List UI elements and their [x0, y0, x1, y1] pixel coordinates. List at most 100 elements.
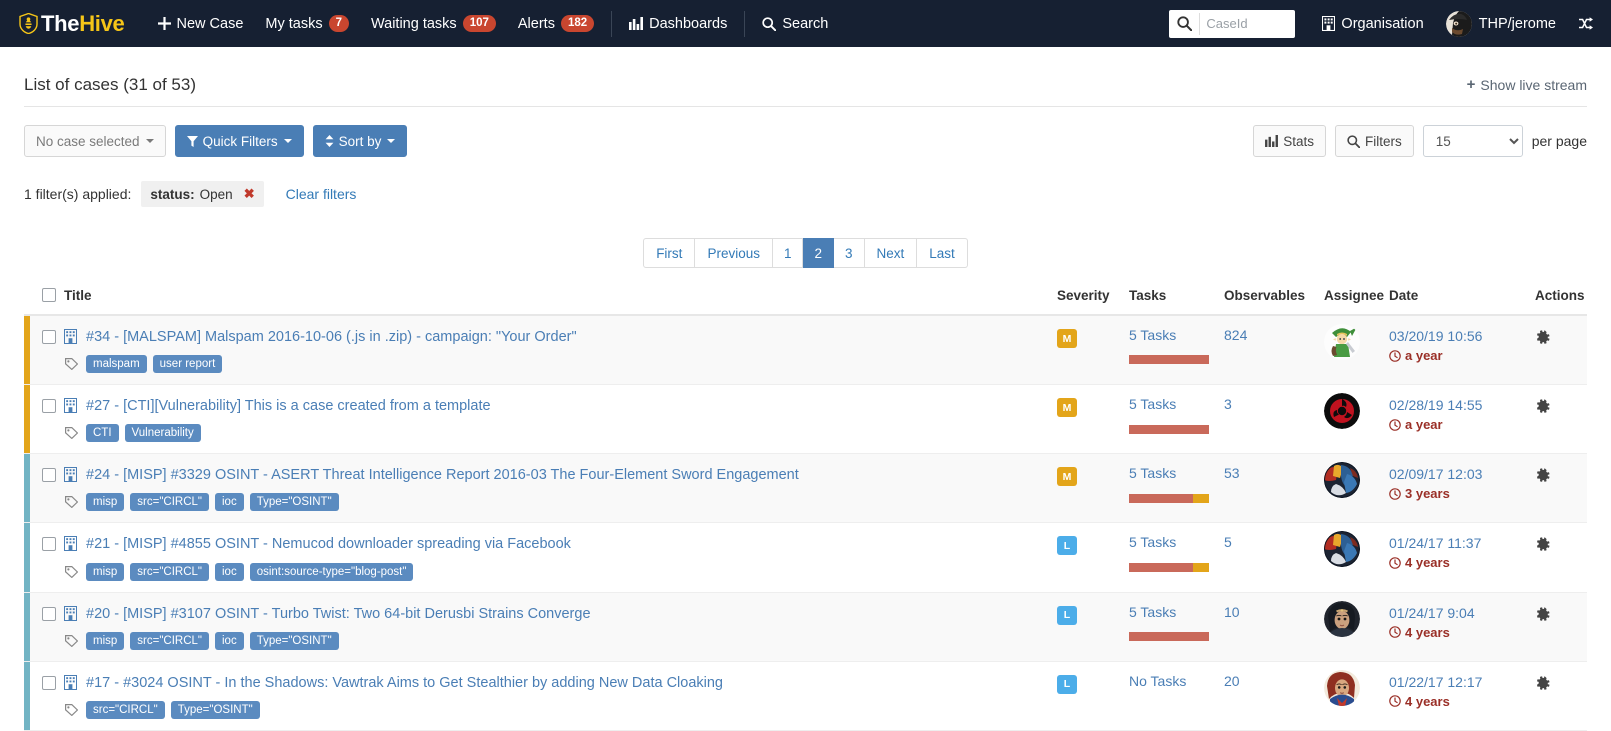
tasks-link[interactable]: 5 Tasks: [1129, 397, 1224, 412]
pagination-page-3[interactable]: 3: [834, 238, 865, 268]
gear-icon[interactable]: [1535, 607, 1550, 622]
header-assignee[interactable]: Assignee: [1324, 288, 1389, 303]
case-title-link[interactable]: #21 - [MISP] #4855 OSINT - Nemucod downl…: [86, 535, 571, 553]
header-tasks[interactable]: Tasks: [1129, 288, 1224, 303]
gear-icon[interactable]: [1535, 399, 1550, 414]
stats-button[interactable]: Stats: [1253, 125, 1326, 157]
nav-new-case[interactable]: New Case: [147, 0, 255, 47]
case-tag[interactable]: src="CIRCL": [130, 493, 209, 511]
row-actions-cell: [1517, 397, 1587, 414]
avatar: [1324, 393, 1360, 429]
observables-link[interactable]: 5: [1224, 535, 1324, 550]
case-tag[interactable]: misp: [86, 563, 124, 581]
row-checkbox[interactable]: [42, 537, 56, 551]
caseid-search-box[interactable]: [1169, 10, 1295, 38]
pagination-first[interactable]: First: [643, 238, 695, 268]
avatar: [1324, 601, 1360, 637]
gear-icon[interactable]: [1535, 468, 1550, 483]
tasks-link[interactable]: No Tasks: [1129, 674, 1224, 689]
case-tag[interactable]: misp: [86, 632, 124, 650]
show-live-stream-button[interactable]: + Show live stream: [1467, 76, 1587, 93]
case-tag[interactable]: Type="OSINT": [171, 701, 260, 719]
observables-link[interactable]: 10: [1224, 605, 1324, 620]
filters-button[interactable]: Filters: [1335, 125, 1414, 157]
nav-search[interactable]: Search: [751, 0, 839, 47]
caseid-search-input[interactable]: [1199, 13, 1295, 35]
observables-link[interactable]: 3: [1224, 397, 1324, 412]
table-row[interactable]: #34 - [MALSPAM] Malspam 2016-10-06 (.js …: [24, 316, 1587, 385]
nav-switch-organisation[interactable]: [1567, 0, 1597, 47]
tasks-link[interactable]: 5 Tasks: [1129, 328, 1224, 343]
case-tag[interactable]: src="CIRCL": [86, 701, 165, 719]
case-tag[interactable]: ioc: [215, 493, 244, 511]
gear-icon[interactable]: [1535, 330, 1550, 345]
tasks-link[interactable]: 5 Tasks: [1129, 466, 1224, 481]
row-title-cell: #20 - [MISP] #3107 OSINT - Turbo Twist: …: [64, 605, 1057, 650]
observables-link[interactable]: 53: [1224, 466, 1324, 481]
row-checkbox[interactable]: [42, 607, 56, 621]
nav-my-tasks[interactable]: My tasks 7: [254, 0, 360, 47]
avatar: [1324, 324, 1360, 360]
table-row[interactable]: #27 - [CTI][Vulnerability] This is a cas…: [24, 385, 1587, 454]
row-severity-stripe: [24, 662, 30, 730]
case-tag[interactable]: Vulnerability: [125, 424, 201, 442]
case-tag[interactable]: osint:source-type="blog-post": [250, 563, 414, 581]
case-tag[interactable]: malspam: [86, 355, 147, 373]
pagination-previous[interactable]: Previous: [695, 238, 773, 268]
cases-table: Title Severity Tasks Observables Assigne…: [24, 286, 1587, 731]
clear-filters-link[interactable]: Clear filters: [286, 186, 357, 202]
observables-link[interactable]: 824: [1224, 328, 1324, 343]
tasks-link[interactable]: 5 Tasks: [1129, 535, 1224, 550]
case-title-link[interactable]: #34 - [MALSPAM] Malspam 2016-10-06 (.js …: [86, 328, 577, 346]
sort-by-button[interactable]: Sort by: [313, 125, 408, 157]
row-checkbox[interactable]: [42, 330, 56, 344]
per-page-select[interactable]: 15: [1423, 125, 1523, 157]
nav-organisation[interactable]: Organisation: [1311, 0, 1434, 47]
nav-alerts[interactable]: Alerts 182: [507, 0, 605, 47]
gear-icon[interactable]: [1535, 676, 1550, 691]
observables-link[interactable]: 20: [1224, 674, 1324, 689]
quick-filters-button[interactable]: Quick Filters: [175, 125, 304, 157]
case-tag[interactable]: Type="OSINT": [250, 493, 339, 511]
header-observables[interactable]: Observables: [1224, 288, 1324, 303]
row-checkbox[interactable]: [42, 676, 56, 690]
pagination-page-1[interactable]: 1: [773, 238, 804, 268]
pagination-next[interactable]: Next: [865, 238, 918, 268]
chevron-down-icon: [284, 139, 292, 143]
table-row[interactable]: #17 - #3024 OSINT - In the Shadows: Vawt…: [24, 662, 1587, 731]
case-title-link[interactable]: #24 - [MISP] #3329 OSINT - ASERT Threat …: [86, 466, 799, 484]
row-checkbox[interactable]: [42, 399, 56, 413]
brand-logo[interactable]: TheHive: [18, 11, 125, 37]
table-row[interactable]: #24 - [MISP] #3329 OSINT - ASERT Threat …: [24, 454, 1587, 523]
case-tag[interactable]: ioc: [215, 632, 244, 650]
table-row[interactable]: #20 - [MISP] #3107 OSINT - Turbo Twist: …: [24, 593, 1587, 662]
nav-waiting-tasks[interactable]: Waiting tasks 107: [360, 0, 507, 47]
pagination-page-2[interactable]: 2: [803, 238, 834, 268]
case-tag[interactable]: src="CIRCL": [130, 563, 209, 581]
case-tag[interactable]: user report: [153, 355, 223, 373]
gear-icon[interactable]: [1535, 537, 1550, 552]
case-title-link[interactable]: #20 - [MISP] #3107 OSINT - Turbo Twist: …: [86, 605, 591, 623]
table-row[interactable]: #21 - [MISP] #4855 OSINT - Nemucod downl…: [24, 523, 1587, 592]
nav-dashboards[interactable]: Dashboards: [618, 0, 738, 47]
case-title-link[interactable]: #27 - [CTI][Vulnerability] This is a cas…: [86, 397, 491, 415]
brand-the: The: [41, 11, 79, 37]
x-icon[interactable]: ✖: [244, 186, 255, 202]
case-selector-dropdown[interactable]: No case selected: [24, 125, 166, 157]
case-tag[interactable]: CTI: [86, 424, 119, 442]
tasks-link[interactable]: 5 Tasks: [1129, 605, 1224, 620]
header-severity[interactable]: Severity: [1057, 288, 1129, 303]
header-date[interactable]: Date: [1389, 288, 1517, 303]
row-checkbox[interactable]: [42, 468, 56, 482]
row-date-cell: 01/24/17 11:37 4 years: [1389, 535, 1517, 570]
case-tag[interactable]: ioc: [215, 563, 244, 581]
pagination-last[interactable]: Last: [917, 238, 968, 268]
case-tag[interactable]: Type="OSINT": [250, 632, 339, 650]
header-title[interactable]: Title: [64, 288, 1057, 303]
case-tag[interactable]: src="CIRCL": [130, 632, 209, 650]
nav-user-menu[interactable]: THP/jerome: [1435, 0, 1567, 47]
filter-chip-status: status: Open ✖: [141, 181, 263, 207]
case-title-link[interactable]: #17 - #3024 OSINT - In the Shadows: Vawt…: [86, 674, 723, 692]
case-tag[interactable]: misp: [86, 493, 124, 511]
select-all-checkbox[interactable]: [42, 288, 56, 302]
